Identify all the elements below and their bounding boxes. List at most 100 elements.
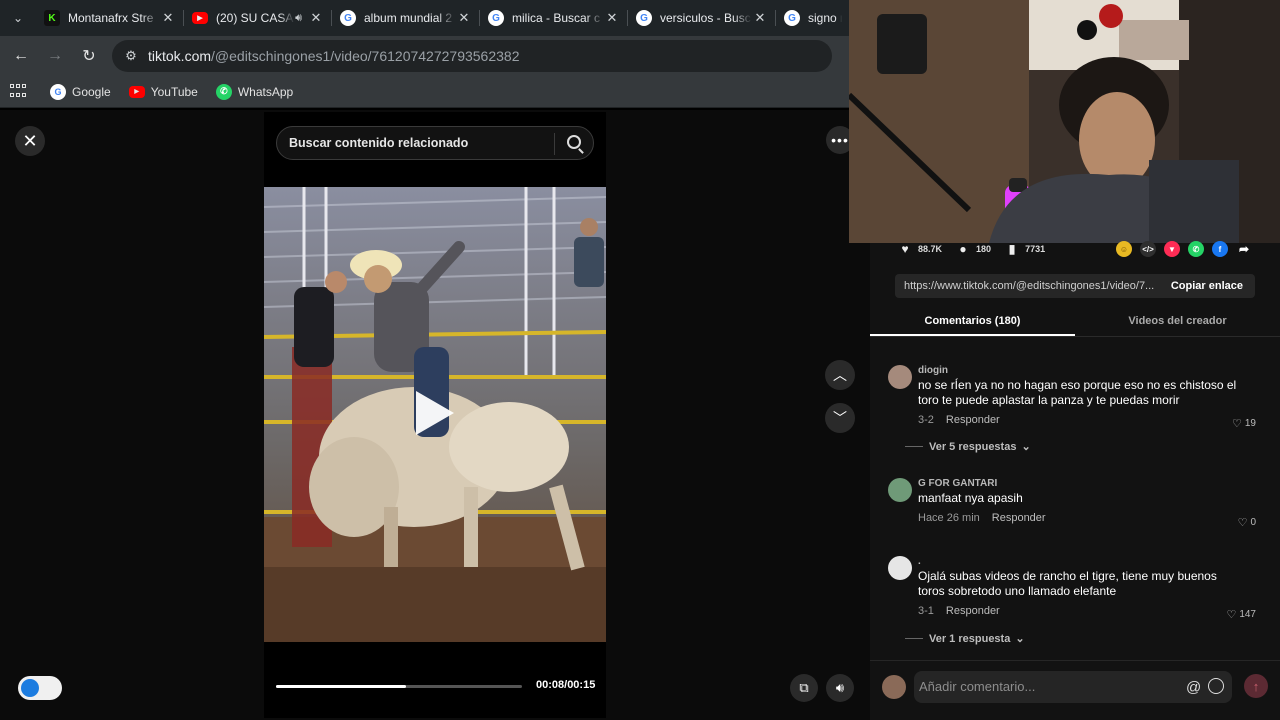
comment-username[interactable]: .	[918, 556, 1238, 569]
chevron-down-icon: ⌄	[1015, 633, 1025, 645]
search-divider	[554, 133, 555, 155]
bookmark-label: Google	[72, 84, 111, 99]
site-settings-icon[interactable]: ⚙	[120, 48, 142, 64]
video-time: 00:08/00:15	[536, 679, 596, 691]
send-icon[interactable]: ▼	[1164, 241, 1180, 257]
reload-button[interactable]: ↻	[72, 39, 106, 73]
bookmark-label: WhatsApp	[237, 84, 294, 99]
autoscroll-toggle[interactable]	[18, 676, 62, 700]
play-icon[interactable]	[416, 391, 454, 435]
google-icon: G	[636, 10, 652, 26]
heart-outline-icon: ♡	[1226, 609, 1237, 621]
comment-text: Ojalá subas videos de rancho el tigre, t…	[918, 569, 1217, 598]
video-viewer: ✕ ••• Buscar contenido relacionado 00:08…	[0, 110, 870, 720]
coin-icon[interactable]: ☺	[1116, 241, 1132, 257]
close-viewer-button[interactable]: ✕	[15, 126, 45, 156]
search-placeholder: Buscar contenido relacionado	[289, 136, 469, 150]
video-stats: ♥ 88.7K ● 180 ▮ 7731	[898, 242, 1059, 256]
share-arrow-icon[interactable]: ➦	[1236, 241, 1252, 257]
comment-stat[interactable]: ● 180	[956, 242, 992, 256]
browser-tab[interactable]: G milica - Buscar c ✕	[480, 0, 628, 36]
google-icon: G	[784, 10, 800, 26]
comment-username[interactable]: G FOR GANTARI	[918, 478, 1238, 491]
apps-grid-icon[interactable]	[10, 83, 28, 100]
tab-creator-videos[interactable]: Videos del creador	[1075, 309, 1280, 336]
reply-button[interactable]: Responder	[946, 414, 1000, 426]
comment-like-button[interactable]: ♡ 147	[1226, 608, 1256, 621]
browser-toolbar: ← → ↻ ⚙ tiktok.com/@editschingones1/vide…	[0, 36, 850, 76]
browser-tab[interactable]: G album mundial 2 ✕	[332, 0, 480, 36]
comments-panel: ♥ 88.7K ● 180 ▮ 7731 ☺ </> ▼ ✆ f ➦ https…	[870, 241, 1280, 720]
tab-title: (20) SU CASA	[216, 11, 294, 25]
whatsapp-icon[interactable]: ✆	[1188, 241, 1204, 257]
emoji-icon[interactable]	[1208, 678, 1224, 694]
close-tab-icon[interactable]: ✕	[752, 10, 768, 26]
related-search-input[interactable]: Buscar contenido relacionado	[276, 126, 594, 160]
comment-composer: Añadir comentario... @ ↑	[870, 660, 1280, 720]
avatar[interactable]	[888, 365, 912, 389]
facebook-icon[interactable]: f	[1212, 241, 1228, 257]
avatar[interactable]	[888, 556, 912, 580]
streamer-webcam-image	[849, 0, 1280, 243]
view-replies-label: Ver 1 respuesta	[929, 632, 1011, 645]
next-video-button[interactable]: ﹀	[825, 403, 855, 433]
volume-button[interactable]: 🔊︎	[826, 674, 854, 702]
browser-tab[interactable]: G versiculos - Busc ✕	[628, 0, 776, 36]
divider	[905, 446, 923, 447]
close-tab-icon[interactable]: ✕	[308, 10, 324, 26]
share-link-url[interactable]: https://www.tiktok.com/@editschingones1/…	[895, 280, 1159, 292]
bookmark-google[interactable]: G Google	[50, 83, 111, 100]
search-icon[interactable]	[567, 135, 581, 149]
tab-title: signo m	[808, 11, 842, 25]
close-tab-icon[interactable]: ✕	[160, 10, 176, 26]
avatar	[882, 675, 906, 699]
copy-link-button[interactable]: Copiar enlace	[1159, 280, 1255, 292]
save-stat[interactable]: ▮ 7731	[1005, 242, 1045, 256]
reply-button[interactable]: Responder	[946, 605, 1000, 617]
kick-icon: K	[44, 10, 60, 26]
comment-count: 180	[976, 244, 992, 254]
comment-like-count: 19	[1244, 418, 1256, 429]
view-replies-button[interactable]: Ver 5 respuestas ⌄	[905, 440, 1031, 453]
forward-button[interactable]: →	[38, 39, 72, 73]
close-tab-icon[interactable]: ✕	[604, 10, 620, 26]
video-player[interactable]: Buscar contenido relacionado 00:08/00:15	[264, 112, 606, 718]
mention-icon[interactable]: @	[1186, 679, 1201, 696]
toggle-knob	[21, 679, 39, 697]
floating-player-button[interactable]: ⧉	[790, 674, 818, 702]
reply-button[interactable]: Responder	[992, 512, 1046, 524]
share-buttons: ☺ </> ▼ ✆ f ➦	[1108, 241, 1252, 257]
comment-input[interactable]: Añadir comentario...	[914, 671, 1232, 703]
previous-video-button[interactable]: ︿	[825, 360, 855, 390]
comment-text: no se rÍen ya no no hagan eso porque eso…	[918, 378, 1237, 407]
bookmark-whatsapp[interactable]: ✆ WhatsApp	[215, 83, 294, 100]
comment-like-button[interactable]: ♡ 0	[1238, 516, 1256, 529]
bookmark-youtube[interactable]: ▶ YouTube	[128, 85, 198, 99]
tab-search-button[interactable]: ⌄	[0, 0, 36, 36]
comment-username[interactable]: diogin	[918, 365, 1238, 378]
send-comment-button[interactable]: ↑	[1244, 674, 1268, 698]
comment-date: Hace 26 min	[918, 512, 980, 524]
address-bar[interactable]: ⚙ tiktok.com/@editschingones1/video/7612…	[112, 40, 832, 72]
browser-tab[interactable]: K Montanafrx Stre ✕	[36, 0, 184, 36]
view-replies-button[interactable]: Ver 1 respuesta ⌄	[905, 632, 1025, 645]
avatar[interactable]	[888, 478, 912, 502]
comment-like-button[interactable]: ♡ 19	[1232, 417, 1256, 430]
speaker-icon[interactable]: 🔊︎	[295, 12, 302, 25]
google-icon: G	[340, 10, 356, 26]
tab-title: Montanafrx Stre	[68, 11, 154, 25]
back-button[interactable]: ←	[4, 39, 38, 73]
close-tab-icon[interactable]: ✕	[456, 10, 472, 26]
video-frame[interactable]	[264, 187, 606, 642]
url-path: /@editschingones1/video/7612074272793562…	[211, 48, 520, 64]
divider	[905, 638, 923, 639]
tab-title: versiculos - Busc	[660, 11, 751, 25]
tab-strip: ⌄ K Montanafrx Stre ✕ ▶ (20) SU CASA 🔊︎ …	[0, 0, 850, 36]
browser-tab[interactable]: G signo m	[776, 0, 850, 36]
embed-icon[interactable]: </>	[1140, 241, 1156, 257]
like-stat[interactable]: ♥ 88.7K	[898, 242, 943, 256]
like-count: 88.7K	[918, 244, 943, 254]
video-progress-bar[interactable]	[276, 685, 522, 688]
browser-tab[interactable]: ▶ (20) SU CASA 🔊︎ ✕	[184, 0, 332, 36]
tab-comments[interactable]: Comentarios (180)	[870, 309, 1075, 336]
